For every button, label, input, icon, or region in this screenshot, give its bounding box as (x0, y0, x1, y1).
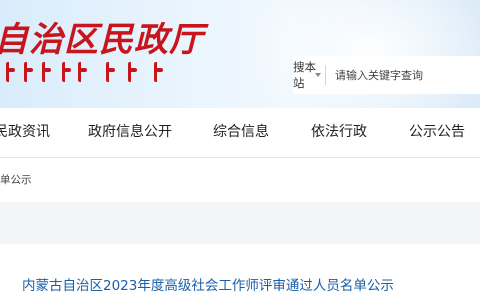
site-search: 搜本站 (293, 56, 480, 94)
search-scope-select[interactable]: 搜本站 (293, 56, 325, 94)
chevron-down-icon (314, 73, 321, 77)
site-header: 自治区民政厅 搜本站 (0, 0, 480, 108)
search-input[interactable] (325, 56, 480, 94)
breadcrumb-bar: 单公示 (0, 158, 480, 202)
nav-item-news[interactable]: 民政资讯 (0, 108, 50, 158)
breadcrumb[interactable]: 单公示 (0, 158, 32, 202)
nav-item-announcements[interactable]: 公示公告 (409, 108, 465, 158)
nav-item-law[interactable]: 依法行政 (311, 108, 367, 158)
mongolian-script-logo (4, 62, 174, 84)
site-logo[interactable]: 自治区民政厅 (0, 12, 204, 61)
nav-item-general-info[interactable]: 综合信息 (213, 108, 269, 158)
nav-item-gov-info[interactable]: 政府信息公开 (88, 108, 172, 158)
main-nav: 民政资讯 政府信息公开 综合信息 依法行政 公示公告 (0, 108, 480, 158)
article-panel: 内蒙古自治区2023年度高级社会工作师评审通过人员名单公示 (0, 244, 480, 300)
article-title: 内蒙古自治区2023年度高级社会工作师评审通过人员名单公示 (22, 278, 394, 294)
